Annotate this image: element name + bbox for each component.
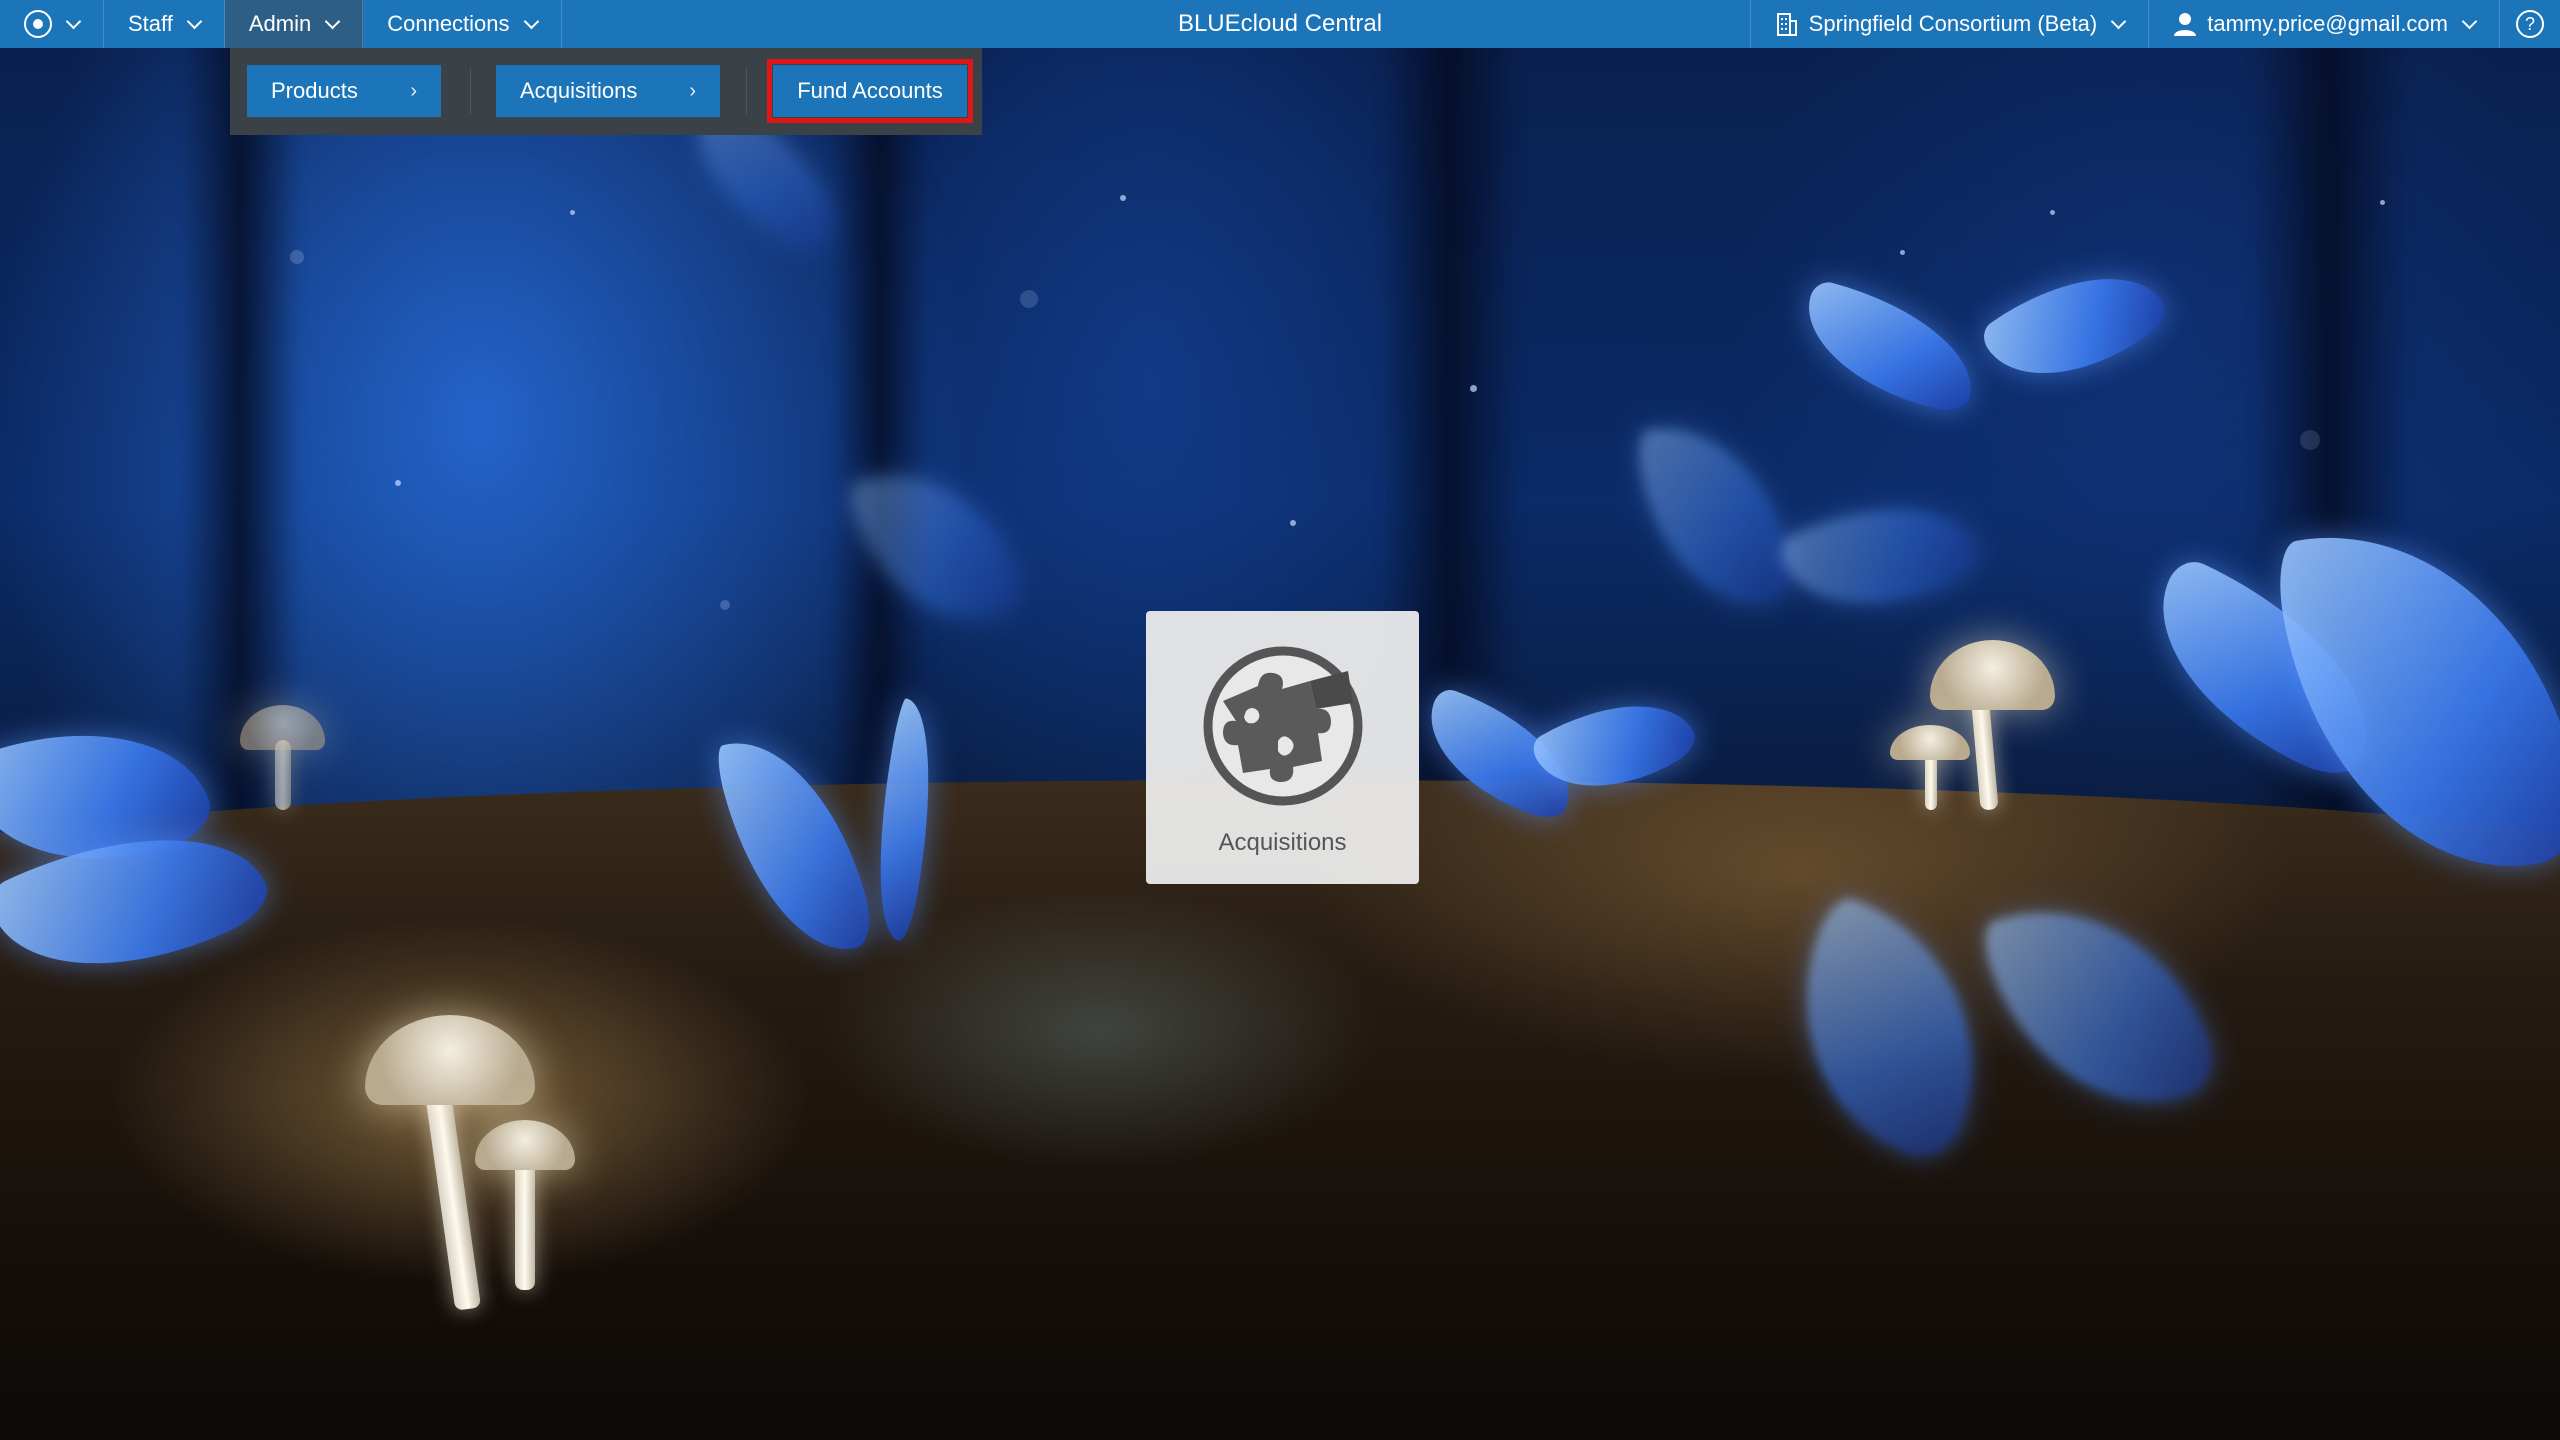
top-navigation-bar: Staff Admin Connections BLUEcloud Centra…	[0, 0, 2560, 48]
menu-separator	[746, 68, 765, 114]
user-icon	[2174, 13, 2197, 36]
particle	[395, 480, 401, 486]
chevron-down-icon	[186, 13, 203, 29]
globe-logo-icon	[24, 10, 52, 38]
menu-item-fund-accounts-label: Fund Accounts	[797, 78, 943, 103]
chevron-right-icon: ›	[410, 79, 417, 102]
nav-admin-label: Admin	[248, 11, 312, 36]
menu-item-fund-accounts[interactable]: Fund Accounts	[767, 59, 973, 123]
user-menu[interactable]: tammy.price@gmail.com	[2148, 0, 2499, 48]
help-icon: ?	[2516, 10, 2544, 38]
topbar-right: Springfield Consortium (Beta) tammy.pric…	[1749, 0, 2560, 48]
mushroom-stem	[275, 740, 291, 810]
particle	[2300, 430, 2320, 450]
help-button[interactable]: ?	[2499, 0, 2560, 48]
particle	[1020, 290, 1038, 308]
acquisitions-tile[interactable]: Acquisitions	[1146, 611, 1419, 884]
puzzle-globe-icon	[1203, 646, 1362, 806]
admin-dropdown-menu: Products › Acquisitions › Fund Accounts	[230, 48, 982, 135]
particle	[1900, 250, 1905, 255]
particle	[2380, 200, 2385, 205]
nav-staff[interactable]: Staff	[104, 0, 225, 48]
mushroom-stem	[515, 1150, 535, 1290]
menu-separator	[470, 68, 489, 114]
menu-item-acquisitions[interactable]: Acquisitions ›	[496, 65, 720, 117]
nav-connections[interactable]: Connections	[363, 0, 562, 48]
app-menu-button[interactable]	[0, 0, 104, 48]
particle	[1290, 520, 1296, 526]
particle	[570, 210, 575, 215]
chevron-down-icon	[2461, 13, 2478, 29]
menu-item-products-label: Products	[271, 78, 358, 103]
menu-item-products[interactable]: Products ›	[247, 65, 441, 117]
tile-label: Acquisitions	[1218, 829, 1347, 856]
particle	[290, 250, 304, 264]
nav-admin[interactable]: Admin	[224, 0, 364, 48]
chevron-down-icon	[324, 13, 341, 29]
consortium-selector[interactable]: Springfield Consortium (Beta)	[1749, 0, 2149, 48]
building-icon	[1776, 13, 1797, 36]
particle	[720, 600, 730, 610]
chevron-right-icon: ›	[689, 79, 696, 102]
chevron-down-icon	[65, 13, 82, 29]
particle	[1120, 195, 1126, 201]
user-email: tammy.price@gmail.com	[2207, 11, 2448, 36]
particle	[1470, 385, 1477, 392]
chevron-down-icon	[523, 13, 539, 29]
consortium-label: Springfield Consortium (Beta)	[1808, 11, 2098, 36]
nav-connections-label: Connections	[387, 11, 510, 36]
particle	[2050, 210, 2055, 215]
menu-item-acquisitions-label: Acquisitions	[520, 78, 638, 103]
chevron-down-icon	[2110, 13, 2127, 29]
nav-staff-label: Staff	[128, 11, 173, 36]
